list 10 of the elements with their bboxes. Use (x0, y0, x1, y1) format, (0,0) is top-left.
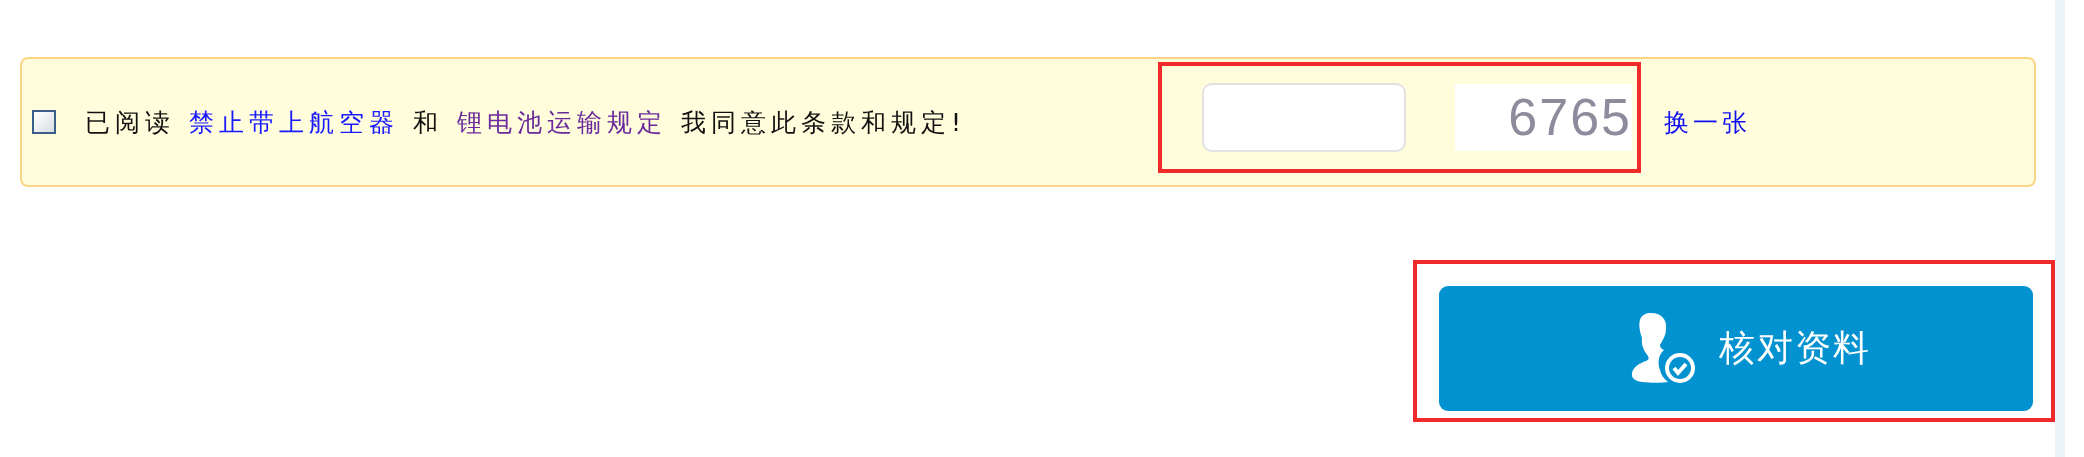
captcha-input-field[interactable] (1202, 82, 1406, 152)
agreement-text: 我同意此条款和规定! (681, 106, 967, 139)
captcha-image: 6765 (1455, 83, 1632, 151)
checkbox[interactable] (32, 110, 56, 134)
rule-link[interactable]: 锂电池运输规定 (457, 105, 667, 139)
rule-link[interactable]: 禁止带上航空器 (189, 105, 399, 139)
refresh-captcha-link[interactable]: 换一张 (1664, 105, 1751, 139)
agreement-text: 和 (413, 106, 443, 139)
user-check-icon (1631, 312, 1697, 385)
agreement-text: 已阅读 (85, 106, 175, 139)
